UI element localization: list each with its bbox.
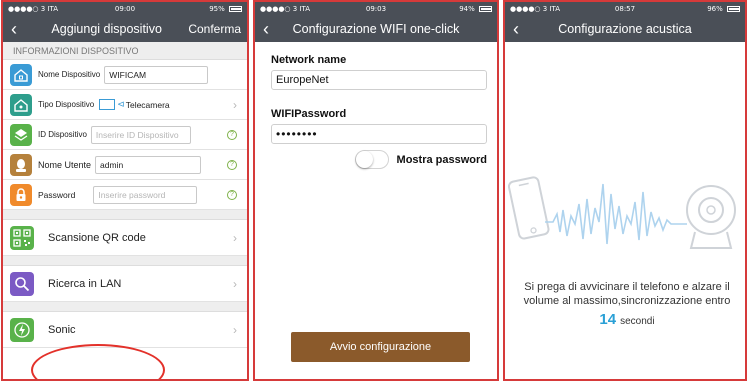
clock-label: 08:57	[614, 5, 636, 13]
status-bar: ●●●●○ 3 ITA 09:03 94%	[255, 2, 497, 16]
username-row: Nome Utente admin ?	[3, 150, 247, 180]
chevron-right-icon: ›	[233, 230, 237, 245]
device-type-label: Tipo Dispositivo	[38, 100, 95, 109]
qr-code-icon	[10, 225, 34, 250]
wifi-password-label: WIFIPassword	[271, 108, 347, 120]
search-icon	[10, 271, 34, 296]
status-bar: ●●●●○ 3 ITA 08:57 96%	[505, 2, 745, 16]
lock-icon	[10, 183, 32, 206]
lan-search-row[interactable]: Ricerca in LAN ›	[3, 266, 247, 302]
sonic-icon	[10, 317, 34, 342]
battery-percent: 96%	[707, 5, 723, 13]
show-password-toggle[interactable]	[354, 150, 389, 169]
home-icon	[10, 63, 32, 86]
page-title: Configurazione WIFI one-click	[292, 22, 460, 36]
instruction-line-2: volume al massimo,sincronizzazione entro	[523, 295, 731, 307]
network-name-input[interactable]: EuropeNet	[271, 70, 487, 90]
device-name-input[interactable]: WIFICAM	[104, 65, 209, 84]
password-input[interactable]: Inserire password	[93, 185, 198, 204]
show-password-label: Mostra password	[396, 153, 487, 166]
chevron-right-icon: ›	[233, 276, 237, 291]
carrier-label: ●●●●○ 3 ITA	[510, 5, 561, 13]
status-bar: ●●●●○ 3 ITA 09:00 95%	[3, 2, 247, 16]
username-input[interactable]: admin	[95, 155, 202, 174]
network-name-label: Network name	[271, 54, 347, 66]
highlight-ellipse	[31, 344, 165, 379]
device-type-value: Telecamera	[125, 99, 170, 110]
back-button[interactable]: ‹	[505, 16, 527, 42]
clock-label: 09:00	[114, 5, 136, 13]
password-label: Password	[38, 189, 76, 200]
countdown-value: 14	[599, 311, 617, 328]
instruction-text: Si prega di avvicinare il telefono e alz…	[505, 280, 745, 308]
countdown: 14 secondi	[505, 311, 745, 329]
wifi-form: Network name EuropeNet WIFIPassword ••••…	[255, 42, 497, 169]
sonic-row[interactable]: Sonic ›	[3, 312, 247, 348]
help-icon[interactable]: ?	[227, 129, 237, 140]
carrier-label: ●●●●○ 3 ITA	[260, 5, 311, 13]
page-title: Aggiungi dispositivo	[51, 22, 162, 36]
camera-icon: ⊲	[117, 99, 125, 109]
page-title: Configurazione acustica	[558, 22, 692, 36]
show-password-row: Mostra password	[271, 150, 487, 169]
password-row: Password Inserire password ?	[3, 180, 247, 210]
phone-icon	[507, 176, 550, 240]
clock-label: 09:03	[365, 5, 387, 13]
battery-icon	[727, 6, 741, 12]
home-icon	[10, 93, 32, 116]
device-id-label: ID Dispositivo	[38, 130, 87, 139]
device-type-row[interactable]: Tipo Dispositivo ⊲ Telecamera ›	[3, 90, 247, 120]
battery-percent: 95%	[209, 5, 225, 13]
section-divider	[3, 256, 247, 266]
back-button[interactable]: ‹	[3, 16, 25, 42]
section-header: INFORMAZIONI DISPOSITIVO	[3, 42, 247, 60]
wifi-password-input[interactable]: ••••••••	[271, 124, 487, 144]
nav-bar: ‹ Configurazione acustica	[505, 16, 745, 42]
acoustic-config-screen: ●●●●○ 3 ITA 08:57 96% ‹ Configurazione a…	[503, 0, 747, 381]
nav-bar: ‹ Configurazione WIFI one-click	[255, 16, 497, 42]
confirm-button[interactable]: Conferma	[188, 22, 247, 36]
section-divider	[3, 302, 247, 312]
help-icon[interactable]: ?	[227, 189, 237, 200]
device-name-label: Nome Dispositivo	[38, 70, 101, 79]
toggle-knob	[355, 151, 373, 168]
sound-wave-icon	[545, 183, 687, 245]
device-id-row: ID Dispositivo Inserire ID Dispositivo ?	[3, 120, 247, 150]
layers-icon	[10, 123, 32, 146]
device-name-row: Nome Dispositivo WIFICAM	[3, 60, 247, 90]
start-configuration-button[interactable]: Avvio configurazione	[291, 332, 470, 362]
device-type-swatch	[99, 99, 116, 110]
countdown-unit: secondi	[620, 316, 655, 327]
username-label: Nome Utente	[38, 159, 92, 170]
battery-percent: 94%	[459, 5, 475, 13]
battery-icon	[229, 6, 242, 12]
section-divider	[3, 210, 247, 220]
sonic-illustration	[507, 176, 736, 249]
help-icon[interactable]: ?	[227, 159, 237, 170]
camera-icon	[686, 185, 736, 249]
instruction-line-1: Si prega di avvicinare il telefono e alz…	[524, 281, 730, 293]
device-id-input[interactable]: Inserire ID Dispositivo	[90, 125, 191, 144]
chevron-right-icon: ›	[233, 97, 237, 112]
battery-icon	[478, 6, 492, 12]
sonic-label: Sonic	[48, 323, 76, 336]
back-button[interactable]: ‹	[255, 16, 277, 42]
wifi-config-screen: ●●●●○ 3 ITA 09:03 94% ‹ Configurazione W…	[253, 0, 499, 381]
nav-bar: ‹ Aggiungi dispositivo Conferma	[3, 16, 247, 42]
chevron-right-icon: ›	[233, 322, 237, 337]
qr-scan-row[interactable]: Scansione QR code ›	[3, 220, 247, 256]
user-icon	[10, 153, 32, 176]
lan-search-label: Ricerca in LAN	[48, 277, 122, 290]
add-device-screen: ●●●●○ 3 ITA 09:00 95% ‹ Aggiungi disposi…	[1, 0, 249, 381]
carrier-label: ●●●●○ 3 ITA	[8, 5, 59, 13]
qr-scan-label: Scansione QR code	[48, 231, 146, 244]
